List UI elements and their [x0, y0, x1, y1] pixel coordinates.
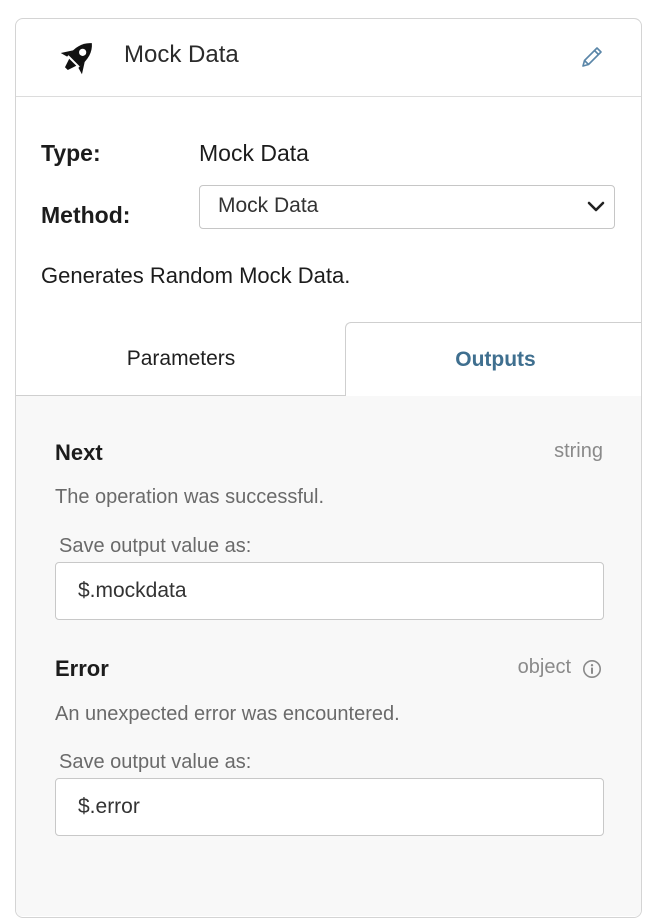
- tab-parameters[interactable]: Parameters: [16, 322, 346, 396]
- method-select-value: Mock Data: [218, 194, 319, 217]
- method-label: Method:: [41, 202, 131, 228]
- save-output-input[interactable]: [55, 562, 604, 620]
- save-output-label: Save output value as:: [59, 751, 252, 773]
- save-output-label: Save output value as:: [59, 535, 252, 557]
- rocket-icon: [60, 43, 92, 75]
- tabs-bar: Parameters Outputs: [16, 322, 641, 396]
- output-description: The operation was successful.: [55, 486, 325, 508]
- output-type: object: [517, 656, 571, 678]
- type-label: Type:: [41, 140, 101, 166]
- output-type: string: [554, 440, 603, 462]
- method-select[interactable]: Mock Data: [199, 185, 615, 229]
- output-name: Error: [55, 656, 109, 681]
- panel-header: Mock Data: [16, 19, 641, 97]
- tab-outputs[interactable]: Outputs: [345, 322, 641, 396]
- save-output-input[interactable]: [55, 778, 604, 836]
- pencil-icon[interactable]: [578, 43, 606, 71]
- step-panel: Mock Data Type: Mock Data Method: Mock D…: [15, 18, 642, 918]
- panel-title: Mock Data: [124, 41, 239, 68]
- method-description: Generates Random Mock Data.: [41, 263, 351, 288]
- outputs-panel: Next string The operation was successful…: [16, 396, 641, 916]
- output-name: Next: [55, 440, 103, 465]
- type-value: Mock Data: [199, 140, 309, 166]
- info-icon[interactable]: [582, 659, 602, 679]
- chevron-down-icon: [587, 201, 605, 212]
- output-description: An unexpected error was encountered.: [55, 703, 400, 725]
